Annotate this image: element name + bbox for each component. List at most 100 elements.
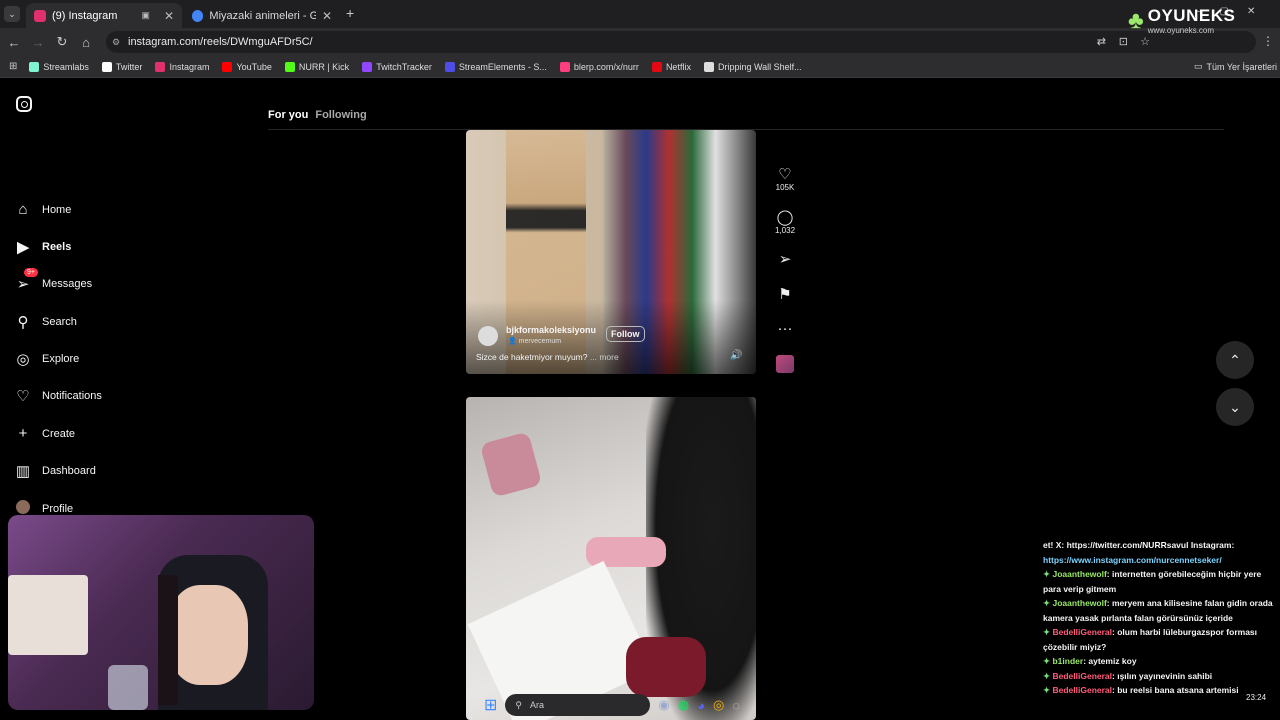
nav-home[interactable]: ⌂ Home	[14, 201, 71, 218]
close-tab-icon[interactable]: ✕	[164, 9, 174, 23]
bookmark-item[interactable]: blerp.com/x/nurr	[559, 61, 639, 72]
install-icon[interactable]: ⊡	[1119, 31, 1128, 53]
stream-chat-overlay: et! X: https://twitter.com/NURRsavul Ins…	[1043, 538, 1280, 698]
logo-mascot-icon: ♣	[1128, 6, 1144, 34]
nav-dashboard[interactable]: ▥ Dashboard	[14, 462, 96, 480]
save-action[interactable]: ⚑	[775, 285, 795, 303]
app-icon[interactable]: ◌	[732, 698, 740, 713]
logo-url: www.oyuneks.com	[1147, 26, 1214, 35]
more-options-action[interactable]: ···	[775, 320, 795, 337]
messages-icon: ➢	[16, 276, 30, 293]
nav-search[interactable]: ⚲ Search	[14, 313, 77, 331]
tab-media-icon[interactable]: ▣	[141, 10, 150, 21]
bookmark-item[interactable]: YouTube	[222, 61, 272, 72]
instagram-logo-icon[interactable]	[16, 96, 32, 112]
like-action[interactable]: ♡ 105K	[775, 165, 795, 192]
bookmarks-bar: ⊞ Streamlabs Twitter Instagram YouTube NURR …	[0, 56, 1280, 78]
tab-instagram[interactable]: (9) Instagram ▣ ✕	[26, 3, 182, 28]
send-icon[interactable]: ➢	[775, 250, 795, 268]
chat-text: : bu reelsi bana atsana artemisi	[1112, 685, 1239, 695]
bookmark-item[interactable]: StreamElements - S...	[444, 61, 547, 72]
comment-action[interactable]: ◯ 1,032	[775, 208, 795, 235]
next-reel-button[interactable]: ⌄	[1216, 388, 1254, 426]
browser-menu-icon[interactable]: ⋮	[1262, 34, 1274, 48]
nav-messages[interactable]: ➢ 9+ Messages	[14, 268, 93, 293]
nav-label: Search	[42, 316, 77, 328]
site-info-icon[interactable]: ⚙	[112, 31, 120, 53]
windows-start-icon[interactable]: ⊞	[484, 695, 497, 715]
bookmark-icon[interactable]: ⚑	[775, 285, 795, 303]
bookmark-favicon-icon	[703, 61, 714, 72]
volume-icon[interactable]: 🔊	[730, 350, 742, 361]
comment-icon[interactable]: ◯	[775, 208, 795, 226]
bookmark-favicon-icon	[29, 61, 40, 72]
bookmark-item[interactable]: Netflix	[651, 61, 691, 72]
audio-thumbnail[interactable]	[776, 355, 794, 373]
search-icon: ⚲	[515, 699, 522, 710]
nav-reels[interactable]: ▶ Reels	[14, 238, 71, 256]
nav-explore[interactable]: ◎ Explore	[14, 350, 79, 368]
google-favicon-icon	[192, 9, 204, 22]
bookmark-item[interactable]: Instagram	[155, 61, 209, 72]
back-arrow-icon[interactable]: ←	[2, 35, 26, 50]
previous-reel-button[interactable]: ⌃	[1216, 341, 1254, 379]
reload-icon[interactable]: ↻	[50, 34, 74, 50]
taskbar: ⊞ ⚲ Ara ◉ ◍ ◕ ◎ ◌	[470, 690, 810, 720]
bookmark-item[interactable]: Streamlabs	[29, 61, 89, 72]
share-action[interactable]: ➢	[775, 250, 795, 268]
nav-notifications[interactable]: ♡ Notifications	[14, 387, 102, 405]
tab-google[interactable]: Miyazaki animeleri - Google'da ✕	[184, 3, 340, 28]
whatsapp-icon[interactable]: ◍	[678, 697, 689, 713]
chrome-icon[interactable]: ◎	[713, 697, 724, 713]
bookmark-favicon-icon	[101, 61, 112, 72]
home-icon[interactable]: ⌂	[74, 35, 98, 50]
chat-username: BedelliGeneral	[1052, 670, 1113, 681]
chat-message: ✦ b1inder: aytemiz koy	[1043, 654, 1280, 669]
bookmark-item[interactable]: TwitchTracker	[362, 61, 432, 72]
close-tab-icon[interactable]: ✕	[322, 9, 332, 23]
nav-label: Profile	[42, 503, 74, 515]
forward-arrow-icon[interactable]: →	[26, 35, 50, 50]
reel-video-2[interactable]	[466, 397, 756, 720]
more-options-icon[interactable]: ···	[775, 320, 795, 337]
reel-video-1[interactable]: bjkformakoleksiyonu 👤 mervecemum Follow …	[466, 130, 756, 374]
all-bookmarks-label: Tüm Yer İşaretleri	[1206, 61, 1278, 72]
follow-button[interactable]: Follow	[606, 326, 645, 342]
chat-message: ✦ Joaanthewolf: internetten görebileceği…	[1043, 567, 1280, 596]
chat-username: b1inder	[1052, 656, 1084, 666]
folder-icon: ▭	[1194, 61, 1203, 71]
tab-following[interactable]: Following	[315, 109, 366, 121]
steam-icon[interactable]: ◉	[658, 697, 669, 713]
nav-create[interactable]: + Create	[14, 425, 75, 442]
bookmark-item[interactable]: Twitter	[101, 61, 142, 72]
nav-label: Create	[42, 427, 76, 440]
webcam-overlay	[8, 515, 314, 710]
address-bar[interactable]: ⚙ instagram.com/reels/DWmguAFDr5C/ ⇄ ⊡ ☆	[106, 31, 1256, 53]
chat-text: : aytemiz koy	[1083, 656, 1137, 666]
apps-grid-icon[interactable]: ⊞	[9, 61, 17, 72]
bookmark-label: Streamlabs	[43, 61, 89, 72]
taskbar-search[interactable]: ⚲ Ara	[505, 694, 651, 716]
tab-search-button[interactable]: ⌄	[4, 6, 20, 22]
translate-icon[interactable]: ⇄	[1097, 31, 1106, 53]
more-link[interactable]: ... more	[590, 352, 619, 362]
tab-for-you[interactable]: For you	[268, 109, 308, 121]
reels-icon: ▶	[17, 239, 29, 256]
reel-author-avatar[interactable]	[478, 326, 498, 346]
discord-icon[interactable]: ◕	[697, 698, 705, 713]
bookmark-item[interactable]: Dripping Wall Shelf...	[703, 61, 802, 72]
bookmark-label: NURR | Kick	[298, 61, 350, 72]
bookmark-label: StreamElements - S...	[458, 61, 547, 72]
explore-icon: ◎	[16, 351, 30, 368]
all-bookmarks-folder[interactable]: ▭ Tüm Yer İşaretleri	[1194, 61, 1277, 72]
nav-label: Messages	[42, 278, 93, 290]
reel-collab-user[interactable]: 👤 mervecemum	[508, 337, 561, 345]
new-tab-button[interactable]: +	[346, 5, 354, 21]
bookmark-item[interactable]: NURR | Kick	[284, 61, 350, 72]
heart-icon[interactable]: ♡	[775, 165, 795, 183]
logo-text: OYUNEKS	[1147, 6, 1236, 25]
bookmark-label: Dripping Wall Shelf...	[717, 61, 802, 72]
bookmark-favicon-icon	[222, 61, 233, 72]
reel-username[interactable]: bjkformakoleksiyonu	[506, 325, 596, 335]
chat-message: et! X: https://twitter.com/NURRsavul Ins…	[1043, 538, 1280, 553]
